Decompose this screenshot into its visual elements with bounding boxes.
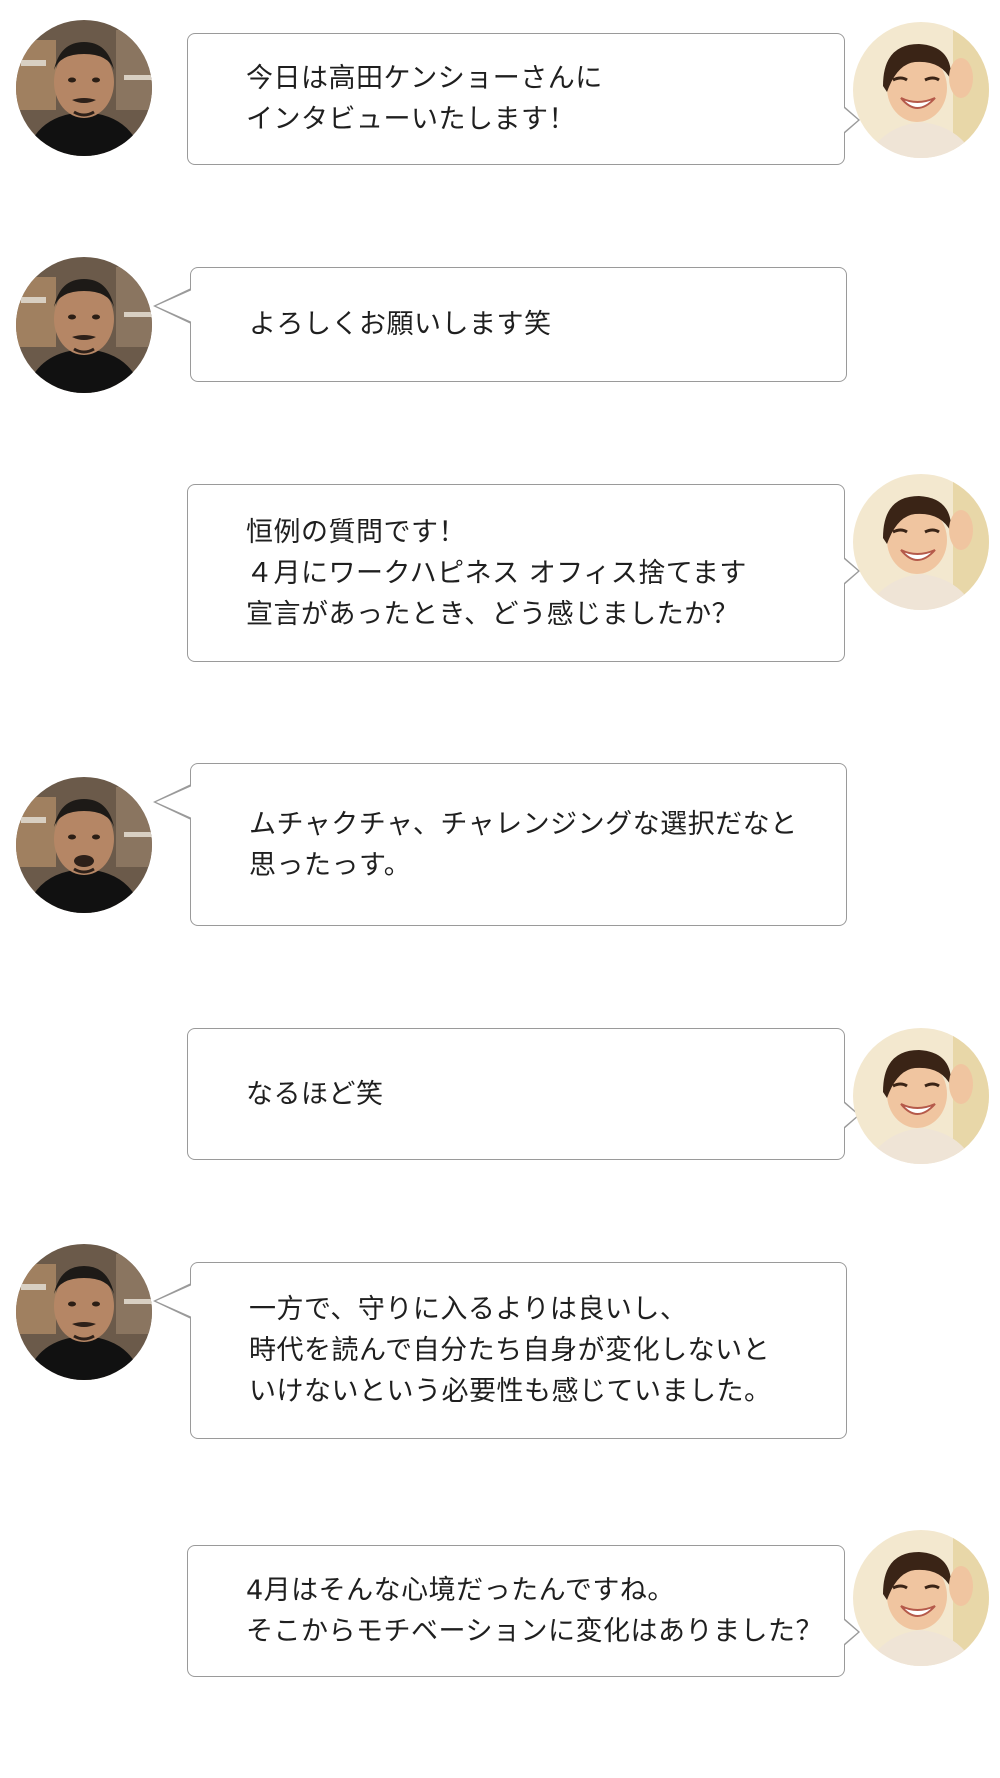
message-bubble-5: なるほど笑 [187,1028,860,1160]
message-line: そこからモチベーションに変化はありました？ [246,1616,823,1647]
man-avatar-icon [16,257,152,393]
message-bubble-2: よろしくお願いします笑 [153,267,847,382]
message-line: 今日は高田ケンショーさんに [246,63,603,94]
woman-avatar-icon [853,474,989,610]
interviewer-avatar [853,1530,989,1666]
message-line: いけないという必要性も感じていました。 [249,1376,772,1407]
message-line: なるほど笑 [246,1078,384,1110]
message-bubble-1: 今日は高田ケンショーさんに インタビューいたします！ [187,33,860,165]
message-line: 時代を読んで自分たち自身が変化しないと [249,1335,771,1366]
woman-avatar-icon [853,22,989,158]
man-avatar-icon [16,1244,152,1380]
interviewee-avatar [16,257,152,393]
message-line: ムチャクチャ、チャレンジングな選択だなと [249,808,798,840]
interviewee-avatar [16,777,152,913]
message-line: 宣言があったとき、どう感じましたか？ [246,598,740,630]
woman-avatar-icon [853,1530,989,1666]
message-line: 思ったっす。 [249,849,412,881]
message-line: 一方で、守りに入るよりは良いし、 [249,1294,688,1325]
man-avatar-icon [16,777,152,913]
message-bubble-7: 4月はそんな心境だったんですね。 そこからモチベーションに変化はありました？ [187,1545,860,1677]
interviewee-avatar [16,20,152,156]
message-line: 4月はそんな心境だったんですね。 [246,1575,675,1606]
man-avatar-icon [16,20,152,156]
woman-avatar-icon [853,1028,989,1164]
message-line: 恒例の質問です！ [246,516,466,548]
interviewee-avatar [16,1244,152,1380]
interviewer-avatar [853,22,989,158]
message-bubble-6: 一方で、守りに入るよりは良いし、 時代を読んで自分たち自身が変化しないと いけな… [153,1262,847,1439]
interviewer-avatar [853,474,989,610]
interviewer-avatar [853,1028,989,1164]
message-bubble-4: ムチャクチャ、チャレンジングな選択だなと 思ったっす。 [153,763,847,926]
message-line: ４月にワークハピネス オフィス捨てます [246,557,747,589]
message-line: よろしくお願いします笑 [249,309,552,340]
message-line: インタビューいたします！ [246,104,576,135]
message-bubble-3: 恒例の質問です！ ４月にワークハピネス オフィス捨てます 宣言があったとき、どう… [187,484,860,662]
